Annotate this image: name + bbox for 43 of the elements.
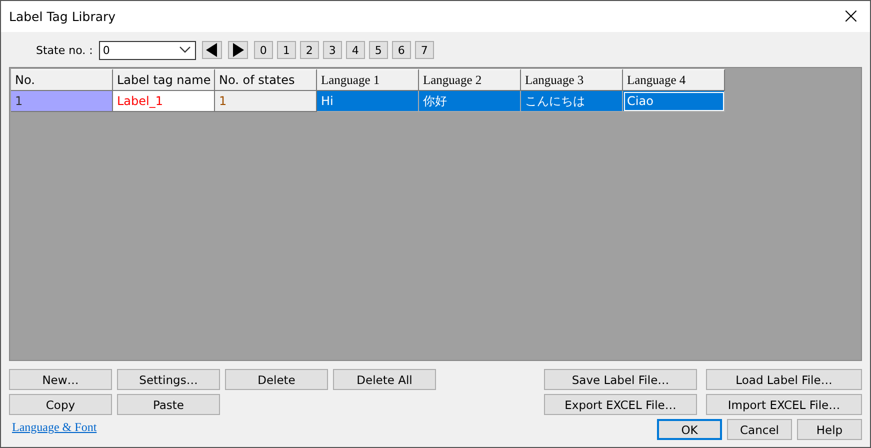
previous-button[interactable] — [202, 41, 222, 59]
table-cell: 1 — [215, 91, 317, 112]
state-number-button[interactable]: 6 — [392, 41, 411, 59]
close-button[interactable]: × — [836, 2, 866, 32]
state-number-button[interactable]: 1 — [276, 41, 296, 59]
state-number-button[interactable]: 5 — [368, 41, 388, 59]
dialog-button[interactable]: OK — [657, 419, 722, 440]
column-header[interactable]: No. of states — [215, 69, 317, 91]
button[interactable]: New… — [9, 369, 112, 390]
table-cell: 你好 — [419, 91, 521, 112]
button[interactable]: Export EXCEL File… — [544, 394, 697, 415]
state-number-button[interactable]: 7 — [414, 41, 434, 59]
button[interactable]: Load Label File… — [706, 369, 862, 390]
dialog-button[interactable]: Cancel — [727, 419, 792, 440]
table-cell: Label_1 — [113, 91, 215, 112]
state-number-button[interactable]: 4 — [346, 41, 365, 59]
state-dropdown[interactable]: 0 — [98, 40, 196, 60]
column-header[interactable]: Language 3 — [521, 69, 623, 91]
button[interactable]: Save Label File… — [544, 369, 697, 390]
language-font-link[interactable]: Language & Font — [12, 420, 97, 435]
column-header[interactable]: Language 4 — [623, 69, 725, 91]
table-cell: 1 — [11, 91, 113, 112]
button[interactable]: Delete All — [333, 369, 436, 390]
column-header[interactable]: Language 2 — [419, 69, 521, 91]
table-cell: Hi — [317, 91, 419, 112]
table-cell: こんにちは — [521, 91, 623, 112]
state-number-button[interactable]: 0 — [254, 41, 273, 59]
button[interactable]: Copy — [9, 394, 112, 415]
button[interactable]: Import EXCEL File… — [706, 394, 862, 415]
column-header[interactable]: No. — [11, 69, 113, 91]
next-button[interactable] — [228, 41, 248, 59]
button[interactable]: Settings… — [117, 369, 220, 390]
window-title: Label Tag Library — [9, 9, 116, 24]
chevron-icon — [178, 46, 191, 54]
state-number-button[interactable]: 3 — [322, 41, 342, 59]
button[interactable]: Delete — [225, 369, 328, 390]
table-cell: Ciao — [623, 91, 725, 112]
button[interactable]: Paste — [117, 394, 220, 415]
column-header[interactable]: Language 1 — [317, 69, 419, 91]
column-header[interactable]: Label tag name — [113, 69, 215, 91]
state-number-button[interactable]: 2 — [300, 41, 319, 59]
dialog-button[interactable]: Help — [797, 419, 862, 440]
state-label: State no. : — [36, 44, 93, 56]
